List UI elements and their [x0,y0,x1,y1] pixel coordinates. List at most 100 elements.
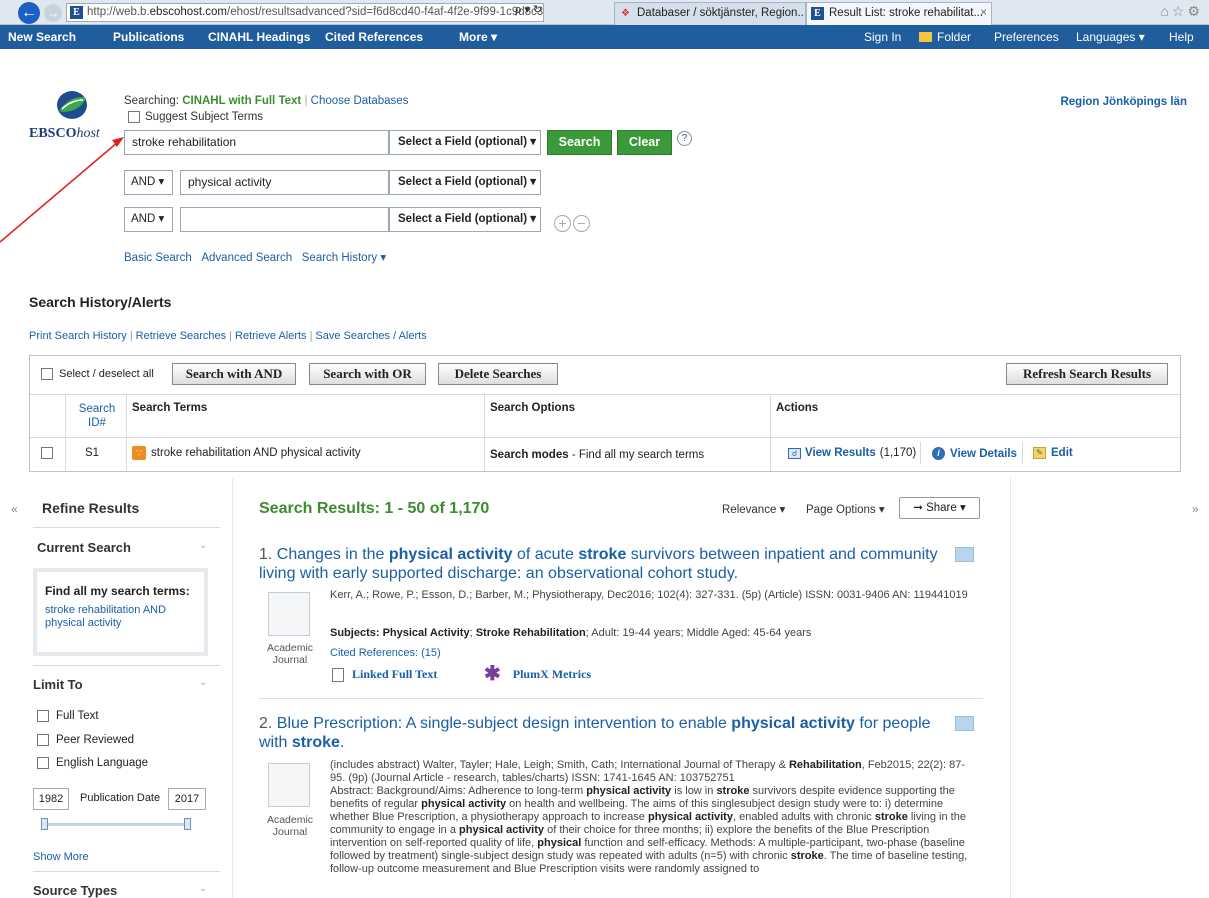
suggest-checkbox[interactable] [128,111,140,123]
back-button[interactable]: ← [18,2,40,24]
english-checkbox[interactable] [37,757,49,769]
collapse-right-icon[interactable]: » [1192,502,1199,516]
current-search-heading[interactable]: Current Search [37,540,131,555]
full-text-checkbox[interactable] [37,710,49,722]
chevron-down-icon[interactable]: ⌄ [199,883,207,894]
share-button[interactable]: ➞ Share ▾ [899,497,980,519]
rss-icon[interactable]: ∵ [132,446,146,460]
col-search-id[interactable]: Search ID# [70,402,124,430]
folder-link[interactable]: Folder [919,30,971,44]
search-input-1[interactable]: stroke rehabilitation [124,130,389,155]
search-with-and-button[interactable]: Search with AND [172,363,296,385]
field-select-1[interactable]: Select a Field (optional) ▾ [389,130,541,155]
add-to-folder-icon[interactable] [955,716,974,731]
field-select-3[interactable]: Select a Field (optional) ▾ [389,207,541,232]
choose-databases-link[interactable]: Choose Databases [311,95,409,107]
edit-link[interactable]: Edit [1051,447,1073,459]
select-all-checkbox[interactable] [41,368,53,380]
url-domain: ebscohost.com [149,6,228,18]
field-select-2[interactable]: Select a Field (optional) ▾ [389,170,541,195]
page-options-menu[interactable]: Page Options ▾ [806,502,885,516]
limit-peer-reviewed[interactable]: Peer Reviewed [37,734,134,746]
limit-to-heading[interactable]: Limit To [33,677,83,692]
select-all-label: Select / deselect all [59,368,154,380]
search-input-2[interactable]: physical activity [180,170,389,195]
address-tools[interactable]: ρ ▾ ↻ [515,3,542,16]
linked-full-text-link[interactable]: Linked Full Text [332,667,437,682]
result-number: 2. [259,715,273,732]
slider-handle-right[interactable] [184,818,191,830]
retrieve-searches-link[interactable]: Retrieve Searches [136,330,227,342]
limit-label: Peer Reviewed [56,734,134,746]
collapse-left-icon[interactable]: « [11,502,18,516]
help-icon[interactable]: ? [677,131,692,146]
nav-cited-references[interactable]: Cited References [325,30,423,44]
relevance-sort[interactable]: Relevance ▾ [722,502,785,516]
select-all[interactable]: Select / deselect all [41,368,154,380]
view-details-action[interactable]: i View Details [932,447,1017,460]
bool-select-3[interactable]: AND ▾ [124,207,173,232]
search-history-link[interactable]: Search History ▾ [302,252,386,264]
star-icon[interactable]: ☆ [1172,3,1188,19]
refresh-results-button[interactable]: Refresh Search Results [1006,363,1168,385]
peer-reviewed-checkbox[interactable] [37,734,49,746]
browser-tab-result-list[interactable]: E Result List: stroke rehabilitat... × [806,2,992,25]
browser-chrome: ← → E http://web.b.ebscohost.com/ehost/r… [0,0,1209,25]
tab-title: Databaser / söktjänster, Region... [637,7,806,19]
edit-action[interactable]: ✎ Edit [1033,447,1073,459]
print-history-link[interactable]: Print Search History [29,330,127,342]
slider-handle-left[interactable] [41,818,48,830]
search-button[interactable]: Search [547,130,612,155]
chevron-down-icon[interactable]: ⌄ [199,540,207,551]
view-details-link[interactable]: View Details [950,448,1017,460]
save-searches-link[interactable]: Save Searches / Alerts [315,330,426,342]
add-to-folder-icon[interactable] [955,547,974,562]
advanced-search-link[interactable]: Advanced Search [201,252,292,264]
nav-publications[interactable]: Publications [113,30,184,44]
source-types-heading[interactable]: Source Types [33,883,117,898]
sign-in-link[interactable]: Sign In [864,30,901,44]
delete-searches-button[interactable]: Delete Searches [438,363,558,385]
nav-more[interactable]: More ▾ [459,30,497,44]
help-link[interactable]: Help [1169,30,1194,44]
browser-toolbar-icons[interactable]: ⌂☆⚙ [1160,3,1203,20]
plumx-metrics-link[interactable]: ✱ PlumX Metrics [484,664,591,684]
suggest-subject-terms[interactable]: Suggest Subject Terms [128,111,263,123]
current-search-terms-link[interactable]: stroke rehabilitation AND physical activ… [45,604,195,630]
close-tab-icon[interactable]: × [980,3,987,24]
limit-full-text[interactable]: Full Text [37,710,99,722]
result-title-2[interactable]: 2. Blue Prescription: A single-subject d… [259,714,949,752]
remove-row-icon[interactable]: − [573,215,590,232]
nav-new-search[interactable]: New Search [8,30,76,44]
preferences-link[interactable]: Preferences [994,30,1059,44]
browser-tab-databaser[interactable]: ❖ Databaser / söktjänster, Region... [614,2,806,25]
year-to-input[interactable]: 2017 [168,788,206,810]
search-with-or-button[interactable]: Search with OR [309,363,426,385]
nav-cinahl-headings[interactable]: CINAHL Headings [208,30,310,44]
divider [33,871,220,872]
add-row-icon[interactable]: + [554,215,571,232]
home-icon[interactable]: ⌂ [1160,3,1171,19]
limit-english-language[interactable]: English Language [37,757,148,769]
year-from-input[interactable]: 1982 [33,788,69,810]
share-icon: ➞ [913,502,927,514]
address-bar[interactable]: E http://web.b.ebscohost.com/ehost/resul… [66,3,544,22]
row-checkbox[interactable] [41,447,53,459]
gear-icon[interactable]: ⚙ [1187,3,1203,19]
chevron-down-icon[interactable]: ⌄ [199,677,207,688]
search-input-3[interactable] [180,207,389,232]
bool-select-2[interactable]: AND ▾ [124,170,173,195]
languages-menu[interactable]: Languages ▾ [1076,30,1145,44]
date-slider-track[interactable] [43,823,188,826]
basic-search-link[interactable]: Basic Search [124,252,192,264]
show-more-link[interactable]: Show More [33,851,89,863]
forward-button[interactable]: → [44,4,62,22]
view-results-action[interactable]: ☌ View Results (1,170) [788,447,916,459]
view-results-link[interactable]: View Results [805,447,876,459]
search-mode-links: Basic Search Advanced Search Search Hist… [124,250,386,264]
retrieve-alerts-link[interactable]: Retrieve Alerts [235,330,307,342]
clear-button[interactable]: Clear [617,130,672,155]
search-modes-label: Search modes [490,449,569,461]
cited-references-link[interactable]: Cited References: (15) [330,647,441,659]
result-title-1[interactable]: 1. Changes in the physical activity of a… [259,545,949,583]
